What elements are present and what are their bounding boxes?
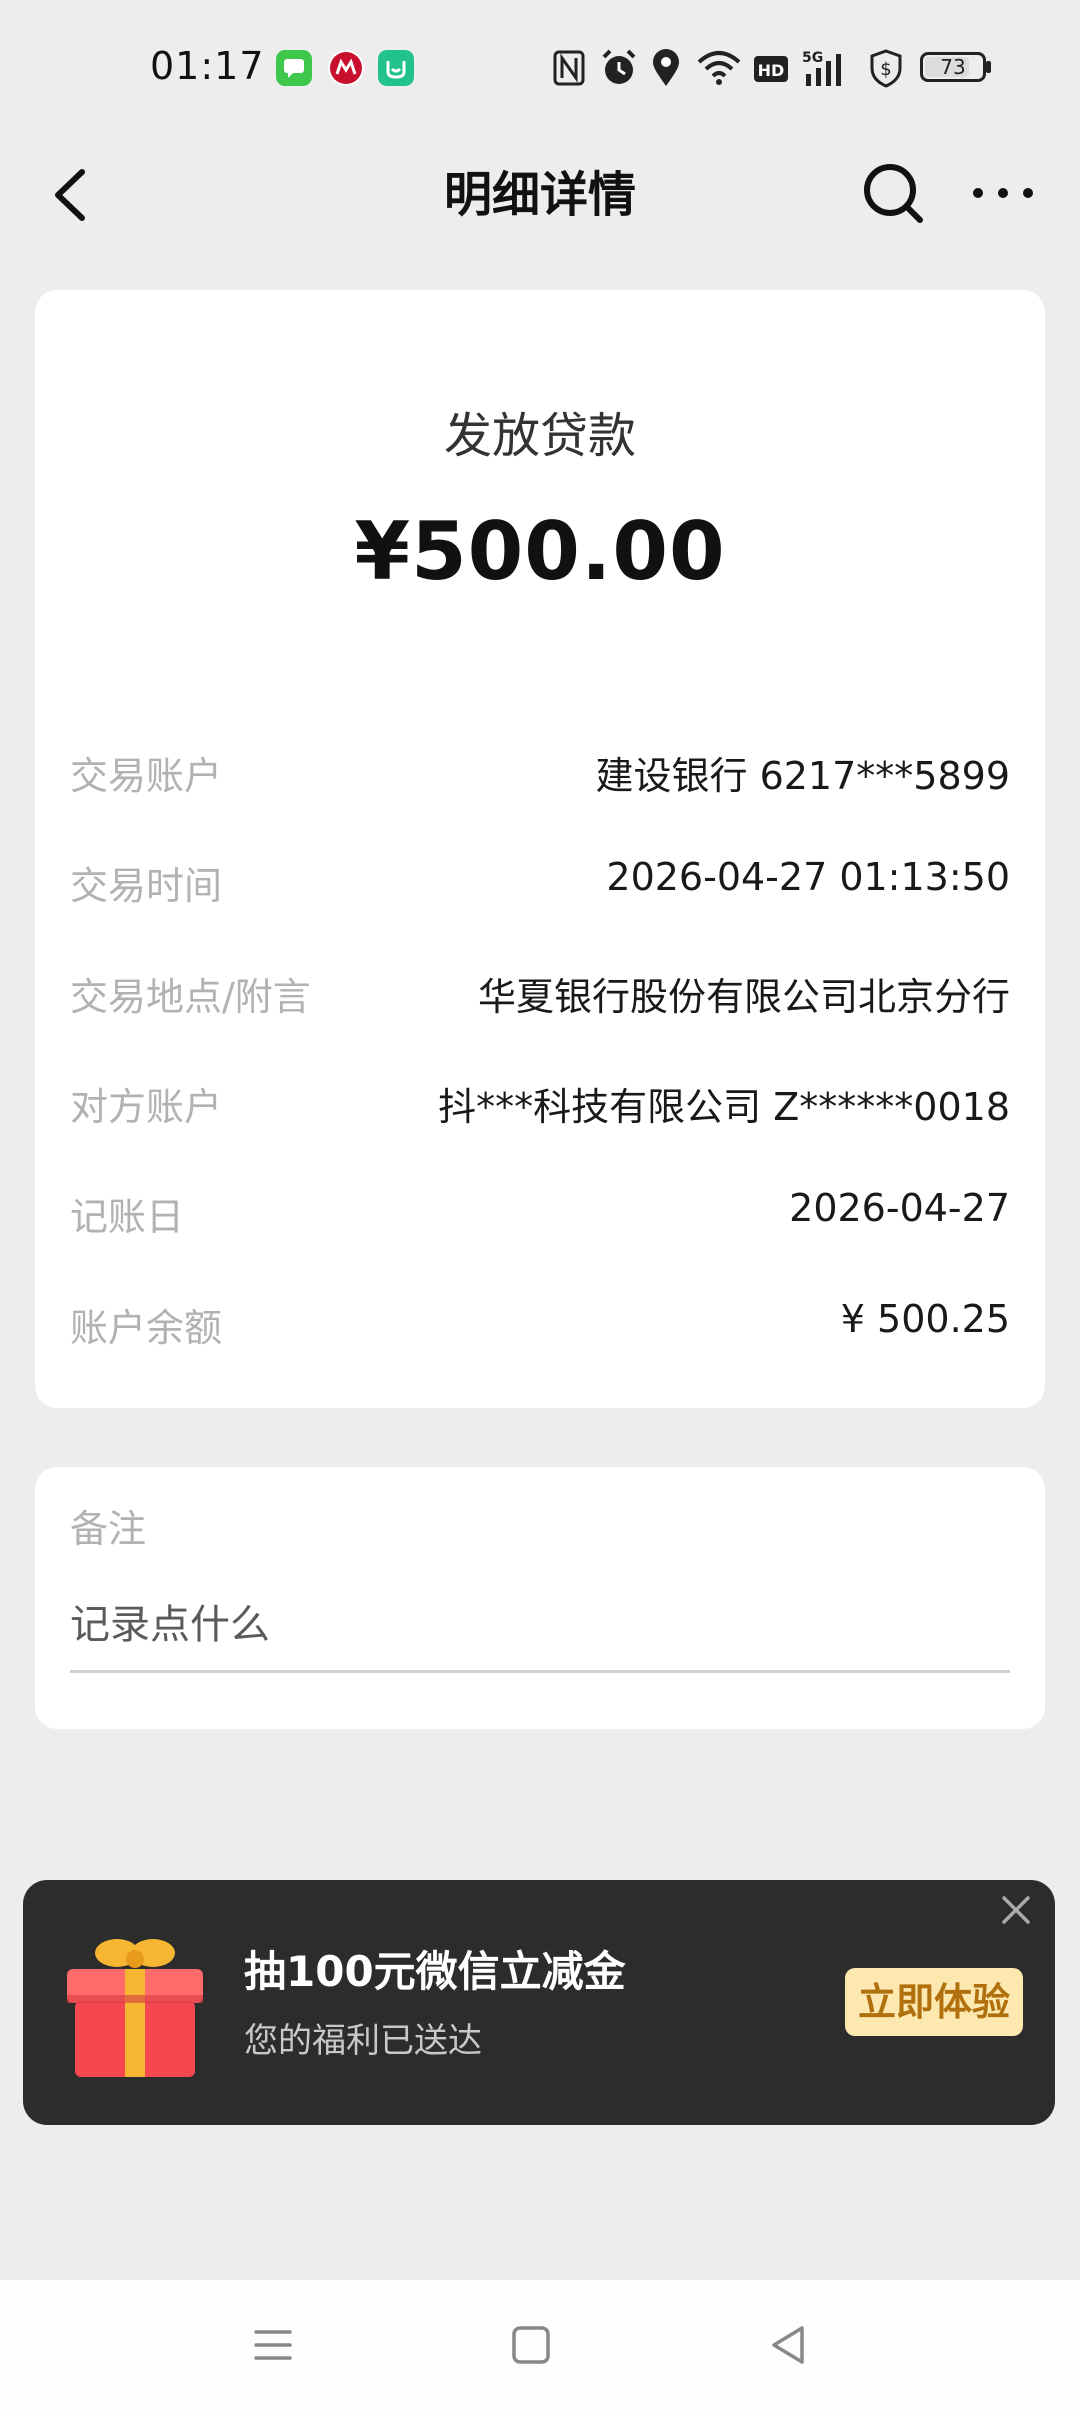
location-icon [653, 49, 679, 86]
row-label-posting-date: 记账日 [70, 1195, 185, 1239]
hd-icon: HD [754, 56, 788, 82]
row-label-time: 交易时间 [70, 864, 223, 908]
row-value-counterparty: 抖***科技有限公司 Z******0018 [438, 1085, 1010, 1129]
note-label: 备注 [70, 1507, 147, 1551]
status-bar: 01:17 HD 5G $ 73 [0, 0, 1080, 140]
mi-home-icon [378, 50, 414, 86]
nfc-icon [553, 50, 585, 86]
cmb-icon [328, 50, 364, 86]
wifi-icon [697, 51, 741, 85]
row-label-account: 交易账户 [70, 754, 223, 798]
more-icon[interactable] [968, 170, 1038, 220]
row-value-account: 建设银行 6217***5899 [595, 754, 1011, 798]
promo-try-button[interactable]: 立即体验 [845, 1968, 1023, 2036]
transaction-amount: ¥500.00 [354, 505, 726, 598]
battery-tip [986, 61, 991, 73]
search-icon[interactable] [858, 158, 928, 228]
shield-dollar-icon: $ [870, 49, 902, 88]
row-label-counterparty: 对方账户 [70, 1085, 223, 1129]
svg-text:HD: HD [758, 61, 785, 80]
svg-text:5G: 5G [802, 50, 823, 66]
row-value-posting-date: 2026-04-27 [789, 1186, 1010, 1230]
home-icon[interactable] [506, 2320, 556, 2370]
promo-title: 抽100元微信立减金 [244, 1947, 626, 1996]
battery-icon: 73 [920, 52, 986, 82]
row-label-location: 交易地点/附言 [70, 975, 311, 1019]
close-icon[interactable] [996, 1890, 1036, 1930]
recents-icon[interactable] [248, 2320, 298, 2370]
back-icon[interactable] [40, 160, 100, 230]
status-time: 01:17 [150, 44, 265, 88]
back-nav-icon[interactable] [764, 2320, 814, 2370]
gift-icon [67, 1939, 203, 2077]
row-value-balance: ¥ 500.25 [840, 1297, 1010, 1341]
svg-text:$: $ [880, 59, 891, 80]
signal-5g-icon: 5G [802, 50, 841, 86]
promo-subtitle: 您的福利已送达 [244, 2021, 482, 2061]
note-input[interactable] [70, 1580, 1010, 1673]
battery-level: 73 [940, 55, 966, 79]
row-value-time: 2026-04-27 01:13:50 [606, 855, 1010, 899]
row-value-location: 华夏银行股份有限公司北京分行 [477, 975, 1010, 1019]
transaction-type: 发放贷款 [443, 408, 636, 464]
messages-icon [276, 50, 312, 86]
row-label-balance: 账户余额 [70, 1306, 223, 1350]
alarm-icon [602, 49, 636, 84]
